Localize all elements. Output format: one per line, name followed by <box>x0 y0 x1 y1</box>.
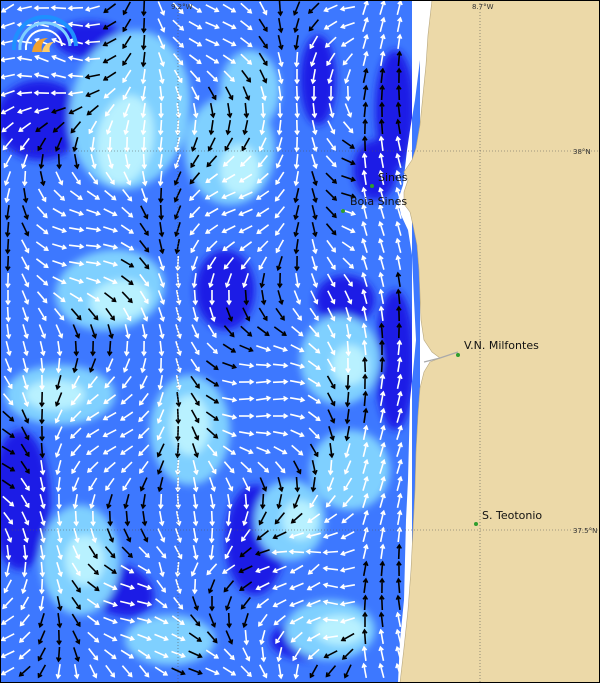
place-label-s-teotonio: S. Teotonio <box>482 509 542 522</box>
lat-label-bottom: 37.5°N <box>573 527 597 535</box>
place-label-boia-sines: Boia Sines <box>350 195 407 208</box>
place-label-vn-milfontes: V.N. Milfontes <box>464 339 539 352</box>
place-label-sines: Sines <box>378 171 408 184</box>
place-marker <box>456 353 460 357</box>
lat-label-top: 38°N <box>573 148 591 156</box>
lon-label-left: 9.2°W <box>171 3 193 11</box>
place-marker <box>370 184 374 188</box>
place-marker <box>341 209 345 213</box>
lon-label-right: 8.7°W <box>472 3 494 11</box>
place-marker <box>474 522 478 526</box>
current-map[interactable]: 9.2°W 8.7°W 38°N 37.5°N Sines Boia Sines… <box>0 0 600 683</box>
